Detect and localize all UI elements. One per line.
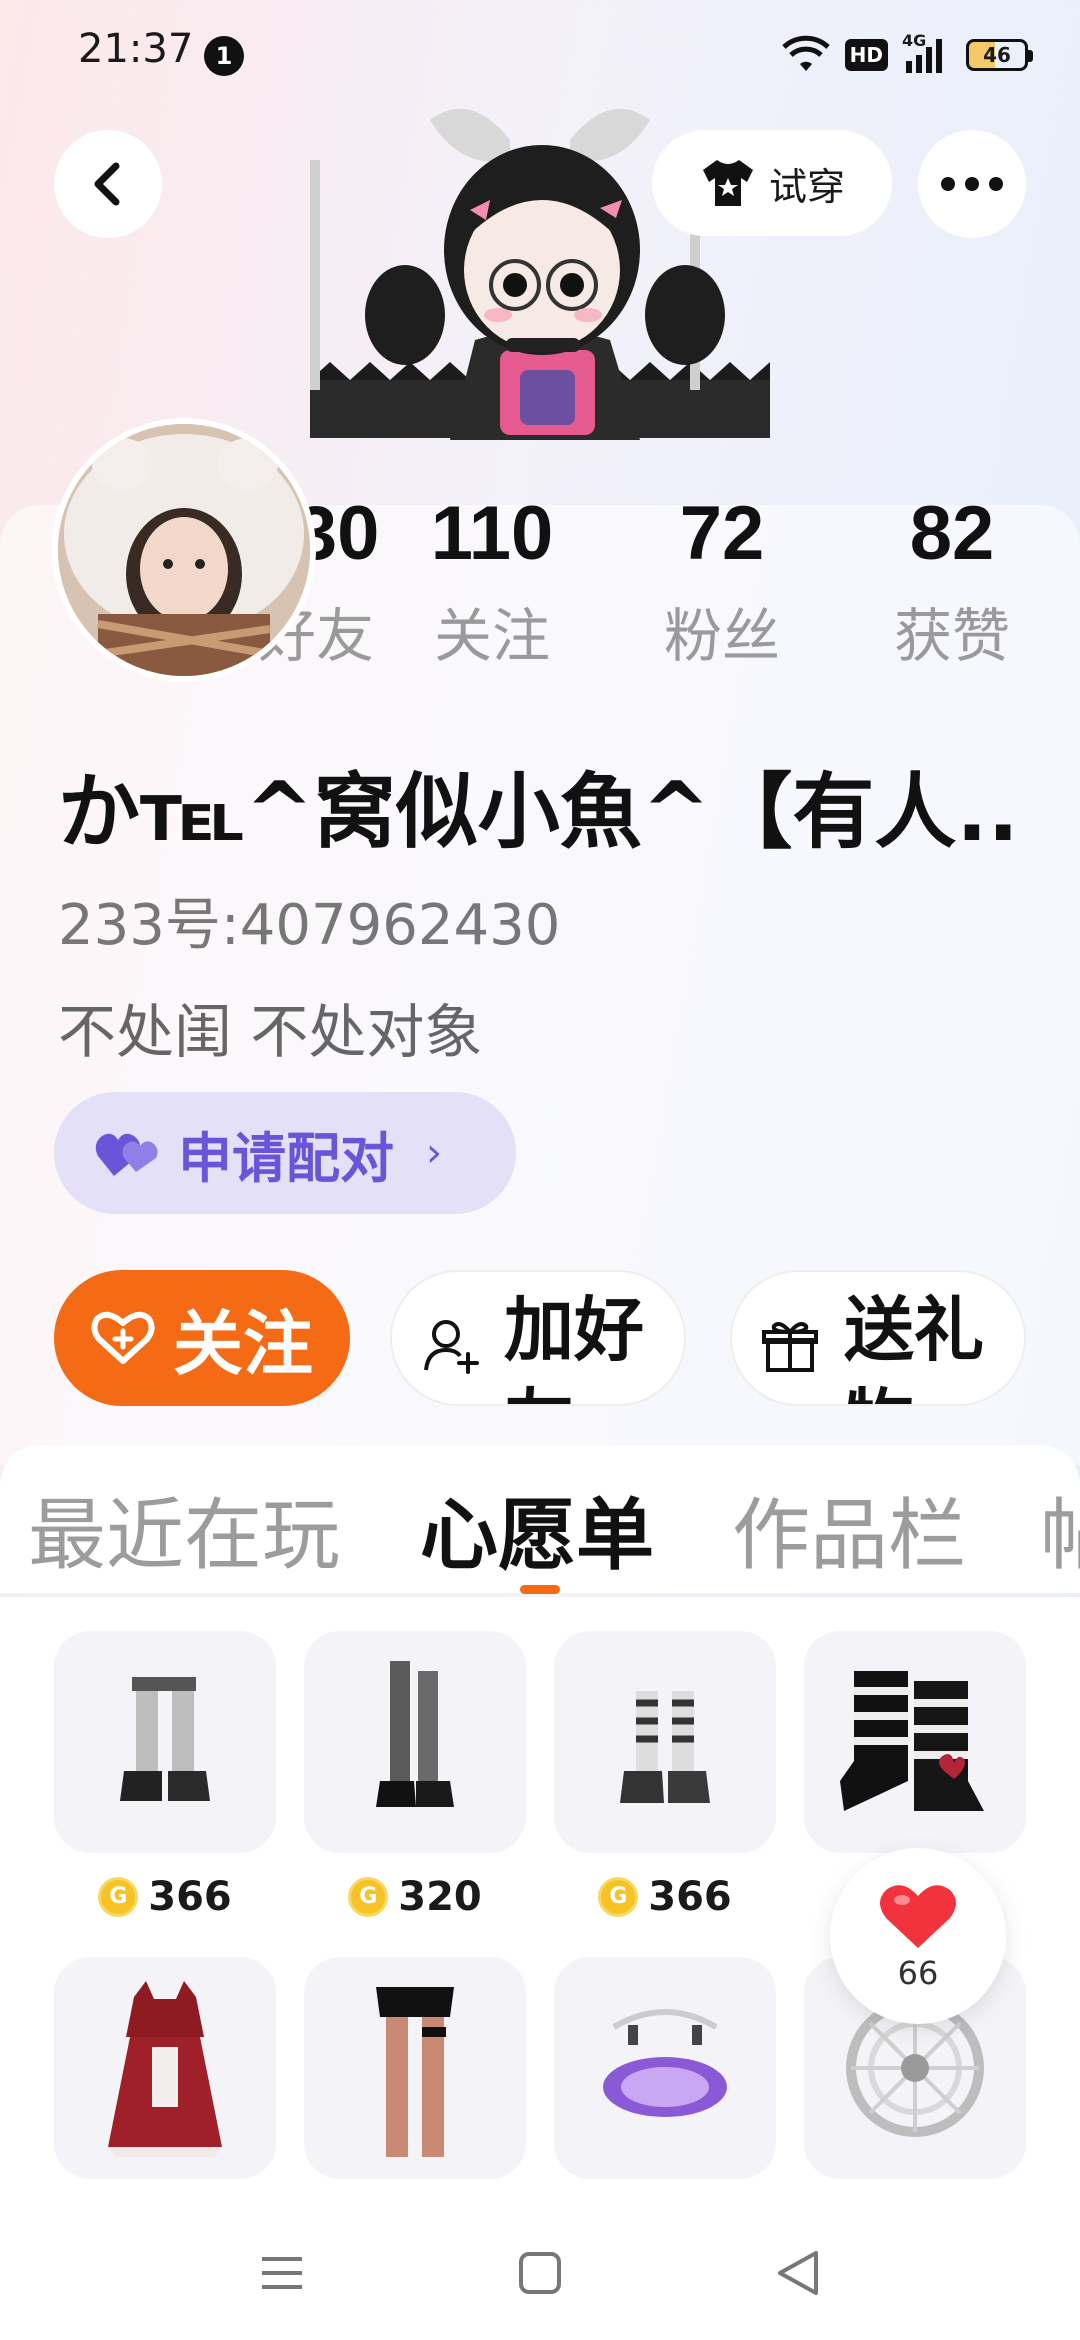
hd-badge: HD: [844, 39, 888, 71]
request-match-button[interactable]: 申请配对 ›: [54, 1092, 516, 1214]
system-nav-bar: [0, 2207, 1080, 2340]
nickname: か℡^窝似小魚^【有人...: [58, 765, 1018, 860]
try-on-button[interactable]: 试穿: [652, 130, 892, 236]
back-arrow-icon: [94, 162, 120, 206]
active-tab-indicator: [520, 1585, 560, 1594]
stat-fans-value: 72: [679, 491, 765, 576]
status-icons: HD 4G 46: [781, 30, 1033, 80]
item-thumbnail: [304, 1631, 526, 1853]
follow-button[interactable]: 关注: [54, 1270, 350, 1406]
status-time: 21:37: [78, 26, 194, 72]
status-bar: 21:37 1 HD 4G 46: [0, 0, 1080, 110]
wishlist-item[interactable]: G 366: [554, 1631, 776, 1923]
follow-label: 关注: [173, 1302, 313, 1385]
profile-avatar[interactable]: [52, 418, 316, 682]
bio: 不处闺 不处对象: [58, 998, 483, 1066]
tab-works[interactable]: 作品栏: [732, 1473, 966, 1585]
tab-posts[interactable]: 帖: [1040, 1473, 1080, 1585]
tab-wishlist[interactable]: 心愿单: [420, 1473, 654, 1585]
battery-indicator: 46: [966, 39, 1033, 71]
item-price-value: 366: [148, 1874, 232, 1920]
coin-icon: G: [98, 1877, 139, 1917]
wishlist-item[interactable]: G 320: [304, 1631, 526, 1923]
wishlist-item[interactable]: [54, 1957, 276, 2179]
send-gift-label: 送礼物: [844, 1289, 984, 1404]
double-heart-icon: [95, 1133, 158, 1176]
menu-icon: [262, 2257, 302, 2289]
recent-apps-button[interactable]: [242, 2241, 322, 2305]
tab-recently-played[interactable]: 最近在玩: [28, 1473, 340, 1585]
add-friend-button[interactable]: 加好友: [390, 1270, 686, 1406]
heart-plus-icon: [91, 1311, 155, 1364]
stat-likes[interactable]: 82 获赞: [852, 490, 1052, 673]
wifi-icon: [781, 35, 830, 71]
stat-likes-value: 82: [909, 491, 995, 576]
back-button[interactable]: [54, 130, 162, 238]
triangle-back-icon: [778, 2251, 818, 2295]
action-row: 关注 加好友 送礼物: [0, 1270, 1080, 1406]
add-friend-label: 加好友: [504, 1289, 644, 1404]
item-price: G 366: [54, 1871, 276, 1923]
stat-following[interactable]: 110 关注: [392, 490, 592, 673]
coin-icon: G: [348, 1877, 389, 1917]
item-thumbnail: [54, 1631, 276, 1853]
stat-following-label: 关注: [433, 602, 550, 670]
item-thumbnail: [54, 1957, 276, 2179]
stat-fans[interactable]: 72 粉丝: [622, 490, 822, 673]
item-thumbnail: [804, 1631, 1026, 1853]
home-button[interactable]: [500, 2241, 580, 2305]
send-gift-button[interactable]: 送礼物: [730, 1270, 1026, 1406]
stat-likes-label: 获赞: [893, 602, 1010, 670]
item-price: G 320: [304, 1871, 526, 1923]
add-user-icon: [424, 1320, 479, 1374]
more-dots-icon: [941, 177, 1003, 191]
item-thumbnail: [554, 1631, 776, 1853]
try-on-label: 试穿: [768, 164, 845, 209]
coin-icon: G: [598, 1877, 639, 1917]
heart-icon: [880, 1885, 956, 1948]
wishlist-item[interactable]: [554, 1957, 776, 2179]
more-options-button[interactable]: [918, 130, 1026, 238]
stat-fans-label: 粉丝: [663, 602, 780, 670]
user-id: 233号:407962430: [58, 893, 561, 958]
notification-badge: 1: [204, 36, 244, 76]
wishlist-item[interactable]: [804, 1631, 1026, 1853]
item-thumbnail: [304, 1957, 526, 2179]
like-button[interactable]: 66: [830, 1848, 1006, 2024]
chevron-right-icon: ›: [426, 1130, 442, 1176]
item-price-value: 366: [648, 1874, 732, 1920]
item-thumbnail: [554, 1957, 776, 2179]
square-icon: [519, 2252, 561, 2294]
like-count: 66: [897, 1954, 939, 1992]
stats-row: 530 好友 110 关注 72 粉丝 82 获赞: [216, 490, 1046, 690]
item-price-value: 320: [398, 1874, 482, 1920]
stat-following-value: 110: [430, 491, 554, 576]
cellular-signal-icon: 4G: [902, 31, 952, 75]
back-nav-button[interactable]: [758, 2241, 838, 2305]
item-price: G 366: [554, 1871, 776, 1923]
profile-tabs: 最近在玩 心愿单 作品栏 帖: [0, 1445, 1080, 1595]
shirt-icon: [702, 160, 753, 206]
gift-icon: [762, 1322, 818, 1372]
wishlist-item[interactable]: G 366: [54, 1631, 276, 1923]
wishlist-item[interactable]: [304, 1957, 526, 2179]
request-match-label: 申请配对: [178, 1126, 394, 1190]
